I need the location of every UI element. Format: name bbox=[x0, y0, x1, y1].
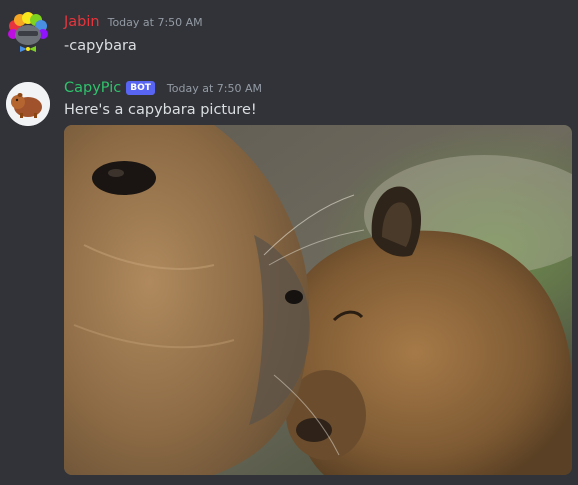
message-header: Jabin Today at 7:50 AM bbox=[64, 14, 203, 30]
rainbow-afro-avatar-icon[interactable] bbox=[6, 12, 50, 56]
capybara-photo[interactable] bbox=[64, 125, 572, 475]
message-text: Here's a capybara picture! bbox=[64, 102, 257, 118]
message-header: CapyPic BOT Today at 7:50 AM bbox=[64, 80, 262, 97]
chat-messages: Jabin Today at 7:50 AM -capybara CapyPic… bbox=[0, 0, 578, 485]
bot-badge: BOT bbox=[126, 81, 155, 95]
timestamp: Today at 7:50 AM bbox=[166, 82, 262, 95]
capybara-avatar-icon[interactable] bbox=[6, 82, 50, 126]
message-text: -capybara bbox=[64, 38, 137, 54]
timestamp: Today at 7:50 AM bbox=[107, 16, 203, 29]
username[interactable]: CapyPic bbox=[64, 80, 121, 96]
username[interactable]: Jabin bbox=[64, 14, 100, 30]
